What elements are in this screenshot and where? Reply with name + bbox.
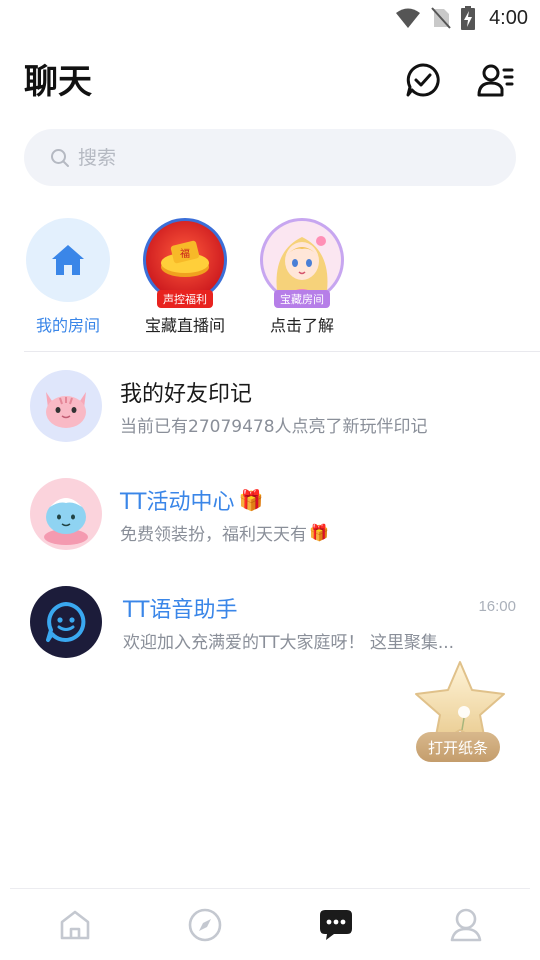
- contacts-icon: [477, 64, 514, 97]
- gift-icon: 🎁: [238, 488, 264, 512]
- quick-entry-label: 我的房间: [35, 316, 100, 335]
- chat-bubble-icon: [320, 910, 352, 940]
- message-check-button[interactable]: [401, 58, 445, 102]
- compass-icon: [188, 908, 222, 942]
- quick-entry-live-room[interactable]: 福 声控福利 宝藏直播间: [125, 218, 245, 336]
- header: 聊天: [0, 52, 540, 104]
- svg-text:福: 福: [180, 247, 190, 260]
- conversation-subtitle: 免费领装扮，福利天天有 🎁: [120, 520, 329, 545]
- my-room-circle: [26, 218, 110, 302]
- clock: 4:00: [489, 6, 528, 29]
- nav-discover[interactable]: [183, 903, 227, 947]
- conversation-time: 16:00: [478, 598, 516, 615]
- conversation-subtitle: 欢迎加入充满爱的TT大家庭呀！ 这里聚集...: [123, 633, 455, 653]
- gift-icon: 🎁: [309, 523, 329, 542]
- anime-girl-avatar: [263, 221, 341, 299]
- battery-charging-icon: [461, 6, 476, 30]
- treasure-room-badge: 宝藏房间: [274, 290, 330, 308]
- message-check-icon: [406, 63, 440, 97]
- quick-entry-my-room[interactable]: 我的房间: [8, 218, 128, 336]
- conversation-title: TT语音助手: [123, 598, 238, 623]
- user-icon: [450, 908, 482, 942]
- conversation-subtitle-text: 免费领装扮，福利天天有: [120, 525, 307, 545]
- search-bar[interactable]: [24, 129, 516, 186]
- divider: [24, 351, 540, 352]
- search-input[interactable]: [78, 146, 478, 169]
- nav-chat[interactable]: [314, 903, 358, 947]
- conversation-title: 我的好友印记: [120, 382, 253, 407]
- live-room-icon: 福: [146, 221, 224, 299]
- conversation-subtitle: 当前已有27079478人点亮了新玩伴印记: [120, 417, 428, 437]
- open-note-button[interactable]: 打开纸条: [408, 660, 508, 764]
- bottom-nav: [0, 889, 540, 960]
- status-bar: 4:00: [0, 0, 540, 36]
- live-room-circle: 福 声控福利: [143, 218, 227, 308]
- live-room-badge: 声控福利: [157, 290, 213, 308]
- conversation-title: TT活动中心 🎁: [120, 484, 263, 516]
- home-outline-icon: [60, 910, 90, 940]
- mascot-avatar: [30, 478, 102, 550]
- conversation-friend-marks[interactable]: 我的好友印记 当前已有27079478人点亮了新玩伴印记: [0, 370, 540, 460]
- conversation-activity-center[interactable]: TT活动中心 🎁 免费领装扮，福利天天有 🎁: [0, 478, 540, 568]
- nav-profile[interactable]: [444, 903, 488, 947]
- assistant-avatar: [30, 586, 102, 658]
- quick-entries: 我的房间 福 声控福利 宝藏直播间 宝藏房间 点击了解: [0, 218, 540, 338]
- wifi-icon: [396, 8, 421, 28]
- quick-entry-treasure-room[interactable]: 宝藏房间 点击了解: [242, 218, 362, 336]
- search-icon: [51, 148, 69, 167]
- quick-entry-label: 点击了解: [269, 316, 334, 335]
- conversation-title-text: TT活动中心: [120, 490, 235, 515]
- page-title: 聊天: [24, 62, 92, 102]
- cat-avatar: [30, 370, 102, 442]
- home-icon: [52, 245, 84, 275]
- treasure-room-circle: 宝藏房间: [260, 218, 344, 308]
- contacts-button[interactable]: [473, 58, 517, 102]
- nav-home[interactable]: [53, 903, 97, 947]
- no-sim-icon: [431, 7, 451, 29]
- quick-entry-label: 宝藏直播间: [144, 316, 225, 335]
- open-note-label: 打开纸条: [416, 732, 500, 762]
